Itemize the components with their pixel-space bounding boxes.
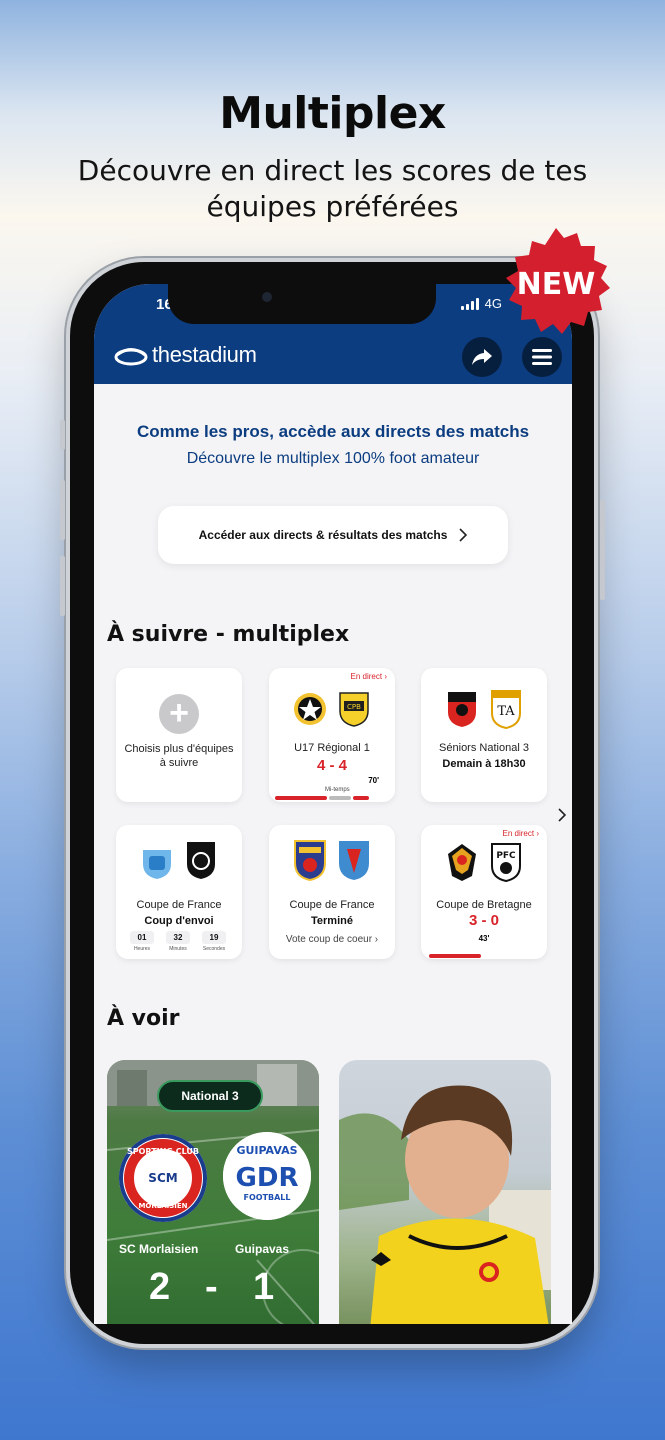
hero-subtitle: Découvre en direct les scores de tes équ…	[77, 154, 588, 223]
kickoff-label: Coup d'envoi	[144, 915, 214, 927]
match-score: 4 - 4	[316, 757, 347, 774]
new-badge-text: NEW	[517, 267, 596, 302]
promo-title: Comme les pros, accède aux directs des m…	[136, 422, 530, 441]
home-score: 2	[149, 1266, 171, 1308]
vote-link[interactable]: Vote coup de coeur ›	[269, 934, 395, 945]
team-crest-icon	[444, 843, 480, 881]
league-pill: National 3	[157, 1080, 263, 1112]
phone-side-button	[600, 500, 605, 600]
countdown-value: 01	[130, 931, 154, 944]
team-crest-icon: PFC	[488, 843, 524, 882]
svg-text:SCM: SCM	[148, 1171, 177, 1185]
away-team-crest-icon: GUIPAVAS GDR FOOTBALL	[223, 1132, 311, 1220]
camera-icon	[262, 292, 272, 302]
access-live-label: Accéder aux directs & résultats des matc…	[198, 528, 448, 542]
hero-title: Multiplex	[219, 88, 446, 139]
competition-label: U17 Régional 1	[294, 742, 370, 754]
status-icons: 4G	[460, 296, 502, 311]
progress-bar	[353, 796, 369, 800]
promo-subtitle: Découvre le multiplex 100% foot amateur	[186, 450, 480, 467]
svg-text:SPORTING CLUB: SPORTING CLUB	[127, 1147, 199, 1156]
progress-bar	[329, 796, 351, 800]
match-highlight-card[interactable]: National 3 SPORTING CLUB SCM MORLAISIEN …	[107, 1060, 319, 1324]
away-score: 1	[253, 1266, 275, 1308]
app-logo-text: thestadium	[152, 342, 257, 367]
countdown-unit: Minutes	[169, 946, 187, 952]
player-photo-image	[339, 1085, 551, 1324]
share-icon	[472, 349, 492, 365]
score-separator: -	[205, 1266, 218, 1308]
home-team-crest-icon: SPORTING CLUB SCM MORLAISIEN	[119, 1134, 207, 1222]
plus-icon: +	[159, 694, 199, 734]
countdown-unit: Secondes	[202, 946, 226, 952]
svg-text:GUIPAVAS: GUIPAVAS	[236, 1144, 297, 1157]
match-card[interactable]: TA Séniors National 3 Demain à 18h30	[421, 668, 547, 802]
hero: Multiplex Découvre en direct les scores …	[0, 88, 665, 225]
new-badge: NEW	[498, 224, 614, 340]
team-crest-icon	[292, 690, 328, 728]
app-logo[interactable]: thestadium	[114, 342, 257, 368]
svg-text:TA: TA	[497, 704, 515, 719]
signal-icon	[460, 297, 479, 310]
competition-label: Coupe de France	[289, 899, 375, 911]
share-button[interactable]	[462, 337, 502, 377]
match-score: 3 - 0	[468, 912, 499, 929]
competition-label: Séniors National 3	[439, 742, 529, 754]
svg-text:PFC: PFC	[496, 851, 516, 861]
stadium-logo-icon	[114, 348, 148, 366]
phone-screen: 16:50 4G thestadium	[94, 284, 572, 1324]
phone-notch	[168, 284, 436, 324]
away-team-name: Guipavas	[235, 1242, 290, 1256]
access-live-button[interactable]: Accéder aux directs & résultats des matc…	[158, 506, 508, 564]
player-video-card[interactable]	[339, 1060, 551, 1324]
svg-text:CPB: CPB	[347, 703, 361, 711]
live-label: En direct ›	[350, 672, 387, 681]
menu-button[interactable]	[522, 337, 562, 377]
countdown: 01 Heures 32 Minutes 19 Secondes	[130, 931, 226, 952]
countdown-value: 19	[202, 931, 226, 944]
svg-text:MORLAISIEN: MORLAISIEN	[138, 1202, 187, 1210]
team-crest-icon	[183, 841, 219, 879]
watch-section-title: À voir	[107, 1006, 180, 1031]
phone-side-button	[60, 480, 65, 540]
team-crest-icon	[444, 690, 480, 728]
team-crest-icon	[139, 841, 175, 879]
phone-side-button	[60, 420, 65, 450]
team-crest-icon: TA	[488, 690, 524, 729]
new-badge-shape: NEW	[506, 228, 610, 334]
match-status: Mi-temps	[325, 787, 350, 793]
match-status: Terminé	[311, 915, 353, 927]
countdown-value: 32	[166, 931, 190, 944]
live-label: En direct ›	[502, 829, 539, 838]
progress-bar	[429, 954, 481, 958]
home-team-name: SC Morlaisien	[119, 1242, 199, 1256]
match-card[interactable]: En direct › CPB U17 Régional 1 4 - 4 70'…	[269, 668, 395, 802]
competition-label: Coupe de France	[136, 899, 222, 911]
team-crest-icon	[336, 841, 372, 880]
team-crest-icon: CPB	[336, 690, 372, 728]
match-minute: 70'	[368, 776, 379, 785]
team-crest-icon	[292, 840, 328, 881]
match-time: Demain à 18h30	[442, 758, 526, 770]
svg-text:GDR: GDR	[236, 1163, 299, 1193]
countdown-unit: Heures	[133, 946, 151, 952]
add-teams-card[interactable]: + Choisis plus d'équipes à suivre	[116, 668, 242, 802]
match-card[interactable]: En direct › PFC Coupe de Bretagne 3 - 0 …	[421, 825, 547, 959]
progress-bar	[275, 796, 327, 800]
phone-side-button	[60, 556, 65, 616]
add-teams-label: Choisis plus d'équipes à suivre	[124, 743, 234, 769]
hamburger-icon	[532, 349, 552, 365]
competition-label: Coupe de Bretagne	[436, 899, 532, 911]
chevron-right-icon	[459, 528, 468, 542]
carousel-next-icon[interactable]	[558, 808, 566, 822]
match-card[interactable]: Coupe de France Coup d'envoi 01 Heures 32…	[116, 825, 242, 959]
match-card[interactable]: Coupe de France Terminé Vote coup de coe…	[269, 825, 395, 959]
follow-section-title: À suivre - multiplex	[107, 622, 350, 647]
match-minute: 43'	[478, 934, 490, 943]
svg-text:FOOTBALL: FOOTBALL	[243, 1193, 290, 1202]
